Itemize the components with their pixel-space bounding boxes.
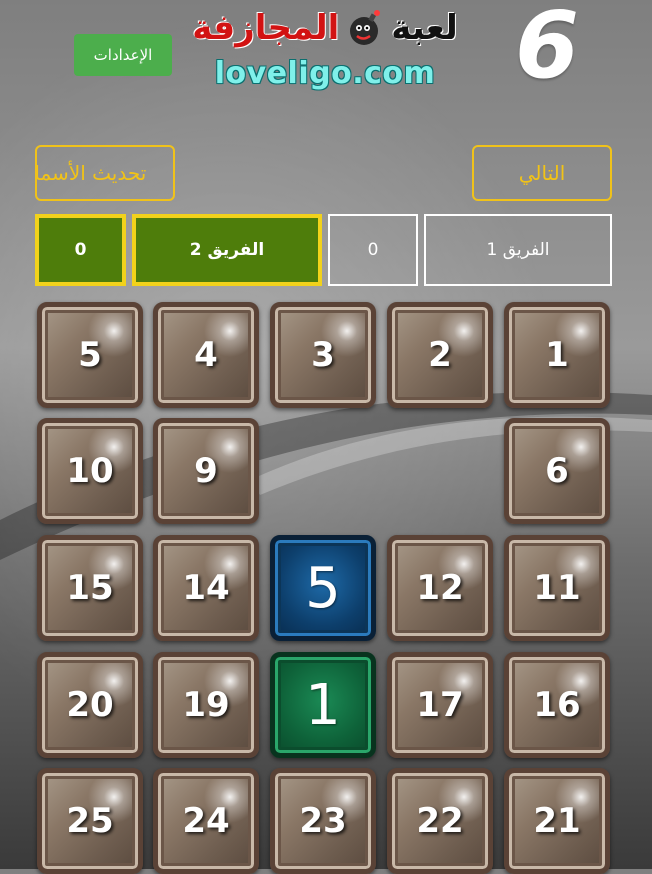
tile-label: 5 xyxy=(305,555,341,621)
tile-label: 17 xyxy=(416,685,464,725)
board-tile[interactable]: 14 xyxy=(153,535,259,641)
tile-label: 11 xyxy=(533,568,581,608)
board-tile: 5 xyxy=(270,535,376,641)
tile-label: 16 xyxy=(533,685,581,725)
board-tile[interactable]: 19 xyxy=(153,652,259,758)
settings-button[interactable]: الإعدادات xyxy=(74,34,172,76)
tile-label: 15 xyxy=(66,568,114,608)
tile-label: 21 xyxy=(533,801,581,841)
tile-label: 3 xyxy=(311,335,335,375)
round-number: 6 xyxy=(514,0,579,99)
board-tile[interactable]: 25 xyxy=(37,768,143,874)
board-tile[interactable]: 15 xyxy=(37,535,143,641)
tile-label: 10 xyxy=(66,451,114,491)
board-tile[interactable]: 17 xyxy=(387,652,493,758)
board-tile[interactable]: 22 xyxy=(387,768,493,874)
refresh-names-button[interactable]: تحديث الأسماء xyxy=(35,145,175,201)
tile-label: 22 xyxy=(416,801,464,841)
tile-label: 12 xyxy=(416,568,464,608)
board-tile[interactable]: 9 xyxy=(153,418,259,524)
logo-url: loveligo.com xyxy=(214,56,436,91)
refresh-names-label: تحديث الأسماء xyxy=(35,161,147,185)
tile-label: 6 xyxy=(545,451,569,491)
tile-label: 24 xyxy=(182,801,230,841)
board-tile[interactable]: 24 xyxy=(153,768,259,874)
logo-word-risk: المجازفة xyxy=(192,8,340,48)
board-tile[interactable]: 6 xyxy=(504,418,610,524)
team1-name: الفريق 1 xyxy=(424,214,612,286)
tile-label: 1 xyxy=(545,335,569,375)
board-tile[interactable]: 21 xyxy=(504,768,610,874)
next-button[interactable]: التالي xyxy=(472,145,612,201)
board-tile[interactable]: 2 xyxy=(387,302,493,408)
board-tile[interactable]: 11 xyxy=(504,535,610,641)
board-tile[interactable]: 10 xyxy=(37,418,143,524)
team2-score: 0 xyxy=(35,214,126,286)
tile-label: 4 xyxy=(194,335,218,375)
tile-label: 5 xyxy=(78,335,102,375)
logo-word-game: لعبة xyxy=(391,8,458,48)
board-tile[interactable]: 20 xyxy=(37,652,143,758)
board-tile[interactable]: 1 xyxy=(504,302,610,408)
logo-title: لعبة المجازفة xyxy=(185,2,465,54)
game-logo: لعبة المجازفة loveligo.com xyxy=(185,2,465,98)
tile-label: 20 xyxy=(66,685,114,725)
bomb-icon xyxy=(350,10,381,45)
board-tile[interactable]: 16 xyxy=(504,652,610,758)
board-tile[interactable]: 5 xyxy=(37,302,143,408)
tile-label: 9 xyxy=(194,451,218,491)
team2-name: الفريق 2 xyxy=(132,214,322,286)
tile-label: 14 xyxy=(182,568,230,608)
board-tile[interactable]: 12 xyxy=(387,535,493,641)
team1-score: 0 xyxy=(328,214,418,286)
board-tile: 1 xyxy=(270,652,376,758)
tile-label: 23 xyxy=(299,801,347,841)
tile-label: 19 xyxy=(182,685,230,725)
board-tile[interactable]: 3 xyxy=(270,302,376,408)
board-tile[interactable]: 23 xyxy=(270,768,376,874)
header: 6 لعبة المجازفة loveligo.com الإعدادات xyxy=(0,0,652,110)
board-tile[interactable]: 4 xyxy=(153,302,259,408)
tile-label: 1 xyxy=(305,672,341,738)
tile-label: 2 xyxy=(428,335,452,375)
tile-label: 25 xyxy=(66,801,114,841)
